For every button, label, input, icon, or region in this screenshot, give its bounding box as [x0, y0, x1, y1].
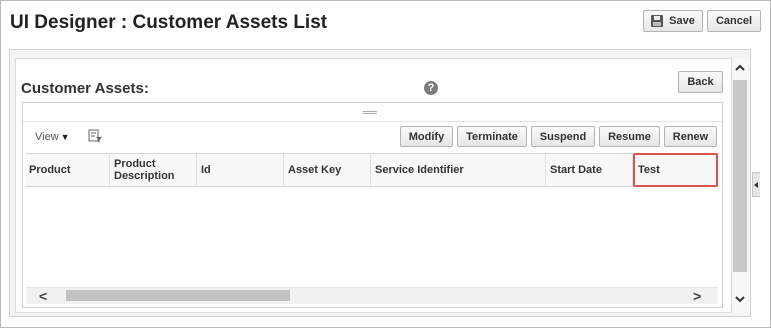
save-label: Save: [669, 15, 695, 27]
column-header-product[interactable]: Product: [26, 153, 110, 187]
modify-button[interactable]: Modify: [400, 126, 453, 147]
save-button[interactable]: Save: [643, 10, 703, 32]
chevron-down-icon: ▼: [60, 132, 70, 142]
view-menu[interactable]: View ▼: [35, 131, 70, 143]
vertical-scroll-thumb[interactable]: [733, 80, 747, 272]
save-icon: [651, 15, 664, 27]
chevron-right-icon[interactable]: >: [693, 288, 701, 304]
filter-icon[interactable]: [88, 129, 103, 143]
view-menu-label: View: [35, 131, 59, 143]
suspend-button[interactable]: Suspend: [531, 126, 595, 147]
section-title: Customer Assets:: [21, 80, 149, 97]
chevron-down-icon[interactable]: [734, 293, 746, 305]
column-header-asset-key[interactable]: Asset Key: [285, 153, 371, 187]
chevron-up-icon[interactable]: [734, 62, 746, 74]
toolbar-divider: [23, 121, 722, 122]
column-header-start-date[interactable]: Start Date: [547, 153, 633, 187]
chevron-left-icon[interactable]: <: [39, 288, 47, 304]
column-header-service-identifier[interactable]: Service Identifier: [372, 153, 546, 187]
cancel-button[interactable]: Cancel: [707, 10, 761, 32]
horizontal-scroll-thumb[interactable]: [66, 290, 290, 301]
renew-button[interactable]: Renew: [664, 126, 717, 147]
splitter-handle[interactable]: [363, 111, 377, 114]
column-header-product-description[interactable]: Product Description: [111, 153, 197, 187]
resume-button[interactable]: Resume: [599, 126, 660, 147]
column-header-id[interactable]: Id: [198, 153, 284, 187]
highlight-box: [633, 153, 718, 187]
help-icon[interactable]: ?: [424, 81, 438, 95]
terminate-button[interactable]: Terminate: [457, 126, 527, 147]
page-title: UI Designer : Customer Assets List: [10, 12, 328, 33]
collapse-arrow-icon[interactable]: [752, 172, 760, 197]
back-button[interactable]: Back: [678, 71, 723, 93]
